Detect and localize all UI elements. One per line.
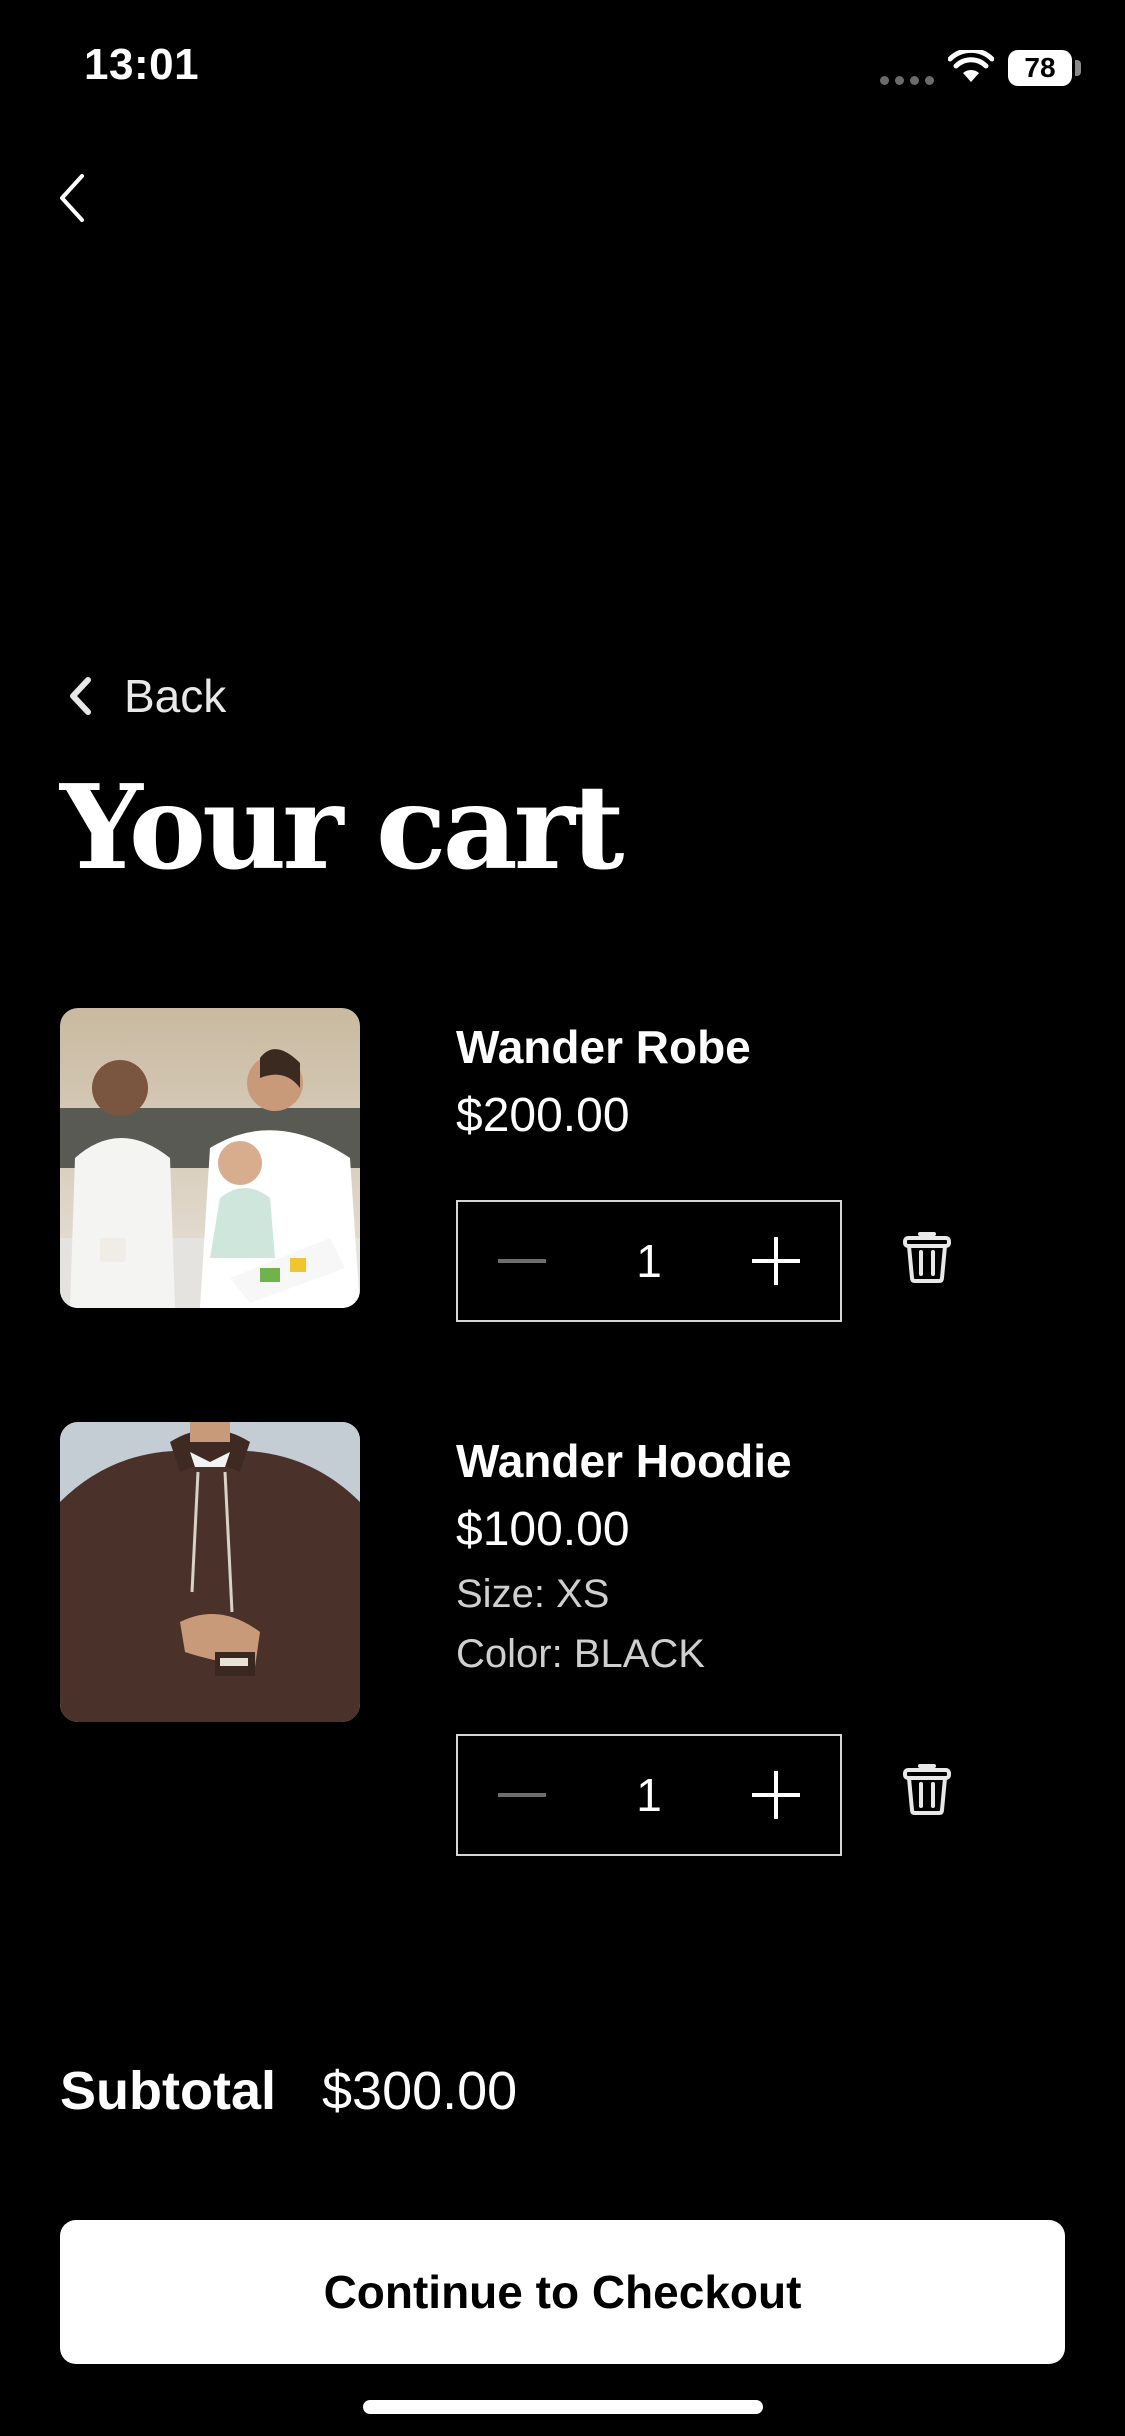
plus-icon [752,1237,800,1285]
product-image[interactable] [60,1008,360,1308]
cellular-signal-icon [880,76,934,85]
minus-icon [498,1259,546,1263]
cart-item: Wander Robe $200.00 1 [0,1008,1125,1338]
product-name: Wander Hoodie [456,1435,792,1487]
product-price: $200.00 [456,1089,630,1142]
back-link[interactable]: Back [66,668,226,724]
status-time: 13:01 [84,40,200,89]
plus-icon [752,1771,800,1819]
robe-photo-icon [60,1008,360,1308]
battery-tip [1075,60,1081,76]
product-color: Color: BLACK [456,1632,705,1676]
continue-to-checkout-button[interactable]: Continue to Checkout [60,2220,1065,2364]
home-indicator[interactable] [363,2400,763,2414]
quantity-stepper: 1 [456,1200,842,1322]
decrement-button[interactable] [458,1736,586,1854]
cart-item: Wander Hoodie $100.00 Size: XS Color: BL… [0,1422,1125,1862]
increment-button[interactable] [712,1202,840,1320]
subtotal-value: $300.00 [322,2061,518,2121]
subtotal-label: Subtotal [60,2061,276,2121]
increment-button[interactable] [712,1736,840,1854]
chevron-left-icon[interactable] [52,170,92,226]
wifi-icon [948,50,994,82]
product-size: Size: XS [456,1572,610,1616]
trash-icon[interactable] [902,1760,952,1816]
quantity-stepper: 1 [456,1734,842,1856]
chevron-left-icon [70,677,91,715]
minus-icon [498,1793,546,1797]
hoodie-photo-icon [60,1422,360,1722]
trash-icon[interactable] [902,1228,952,1284]
product-image[interactable] [60,1422,360,1722]
back-label: Back [124,670,227,722]
battery-indicator: 78 [1008,50,1072,86]
quantity-value: 1 [636,1235,662,1287]
decrement-button[interactable] [458,1202,586,1320]
product-name: Wander Robe [456,1021,751,1073]
page-title: Your cart [60,760,624,896]
product-price: $100.00 [456,1503,630,1556]
quantity-value: 1 [636,1769,662,1821]
